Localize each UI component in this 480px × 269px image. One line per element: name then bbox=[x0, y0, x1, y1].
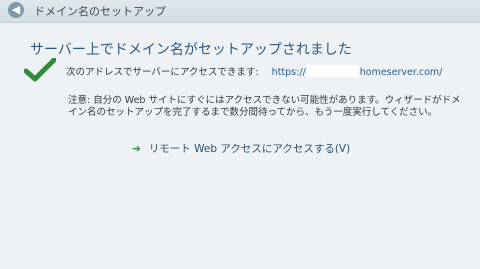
green-arrow-icon: ➔ bbox=[132, 143, 141, 155]
back-arrow-icon[interactable]: ◀ bbox=[8, 2, 24, 18]
page-title: サーバー上でドメイン名がセットアップされました bbox=[30, 42, 352, 58]
remote-link-label: リモート Web アクセスにアクセスする(V) bbox=[148, 143, 351, 155]
server-url[interactable]: https:// homeserver.com/ bbox=[271, 65, 443, 78]
url-suffix: homeserver.com/ bbox=[359, 67, 443, 78]
wizard-content: サーバー上でドメイン名がセットアップされました 次のアドレスでサーバーにアクセス… bbox=[0, 23, 480, 269]
checkmark-icon bbox=[24, 58, 56, 82]
window-title: ドメイン名のセットアップ bbox=[34, 5, 166, 18]
remote-web-access-link[interactable]: ➔ リモート Web アクセスにアクセスする(V) bbox=[132, 141, 350, 156]
url-prefix: https:// bbox=[271, 67, 306, 78]
notice-text: 注意: 自分の Web サイトにすぐにはアクセスできない可能性があります。ウィザ… bbox=[68, 95, 461, 118]
title-bar: ◀ ドメイン名のセットアップ bbox=[0, 0, 480, 23]
address-label: 次のアドレスでサーバーにアクセスできます: bbox=[66, 67, 259, 78]
address-row: 次のアドレスでサーバーにアクセスできます: https:// homeserver… bbox=[66, 64, 442, 78]
redacted-block bbox=[306, 65, 359, 77]
